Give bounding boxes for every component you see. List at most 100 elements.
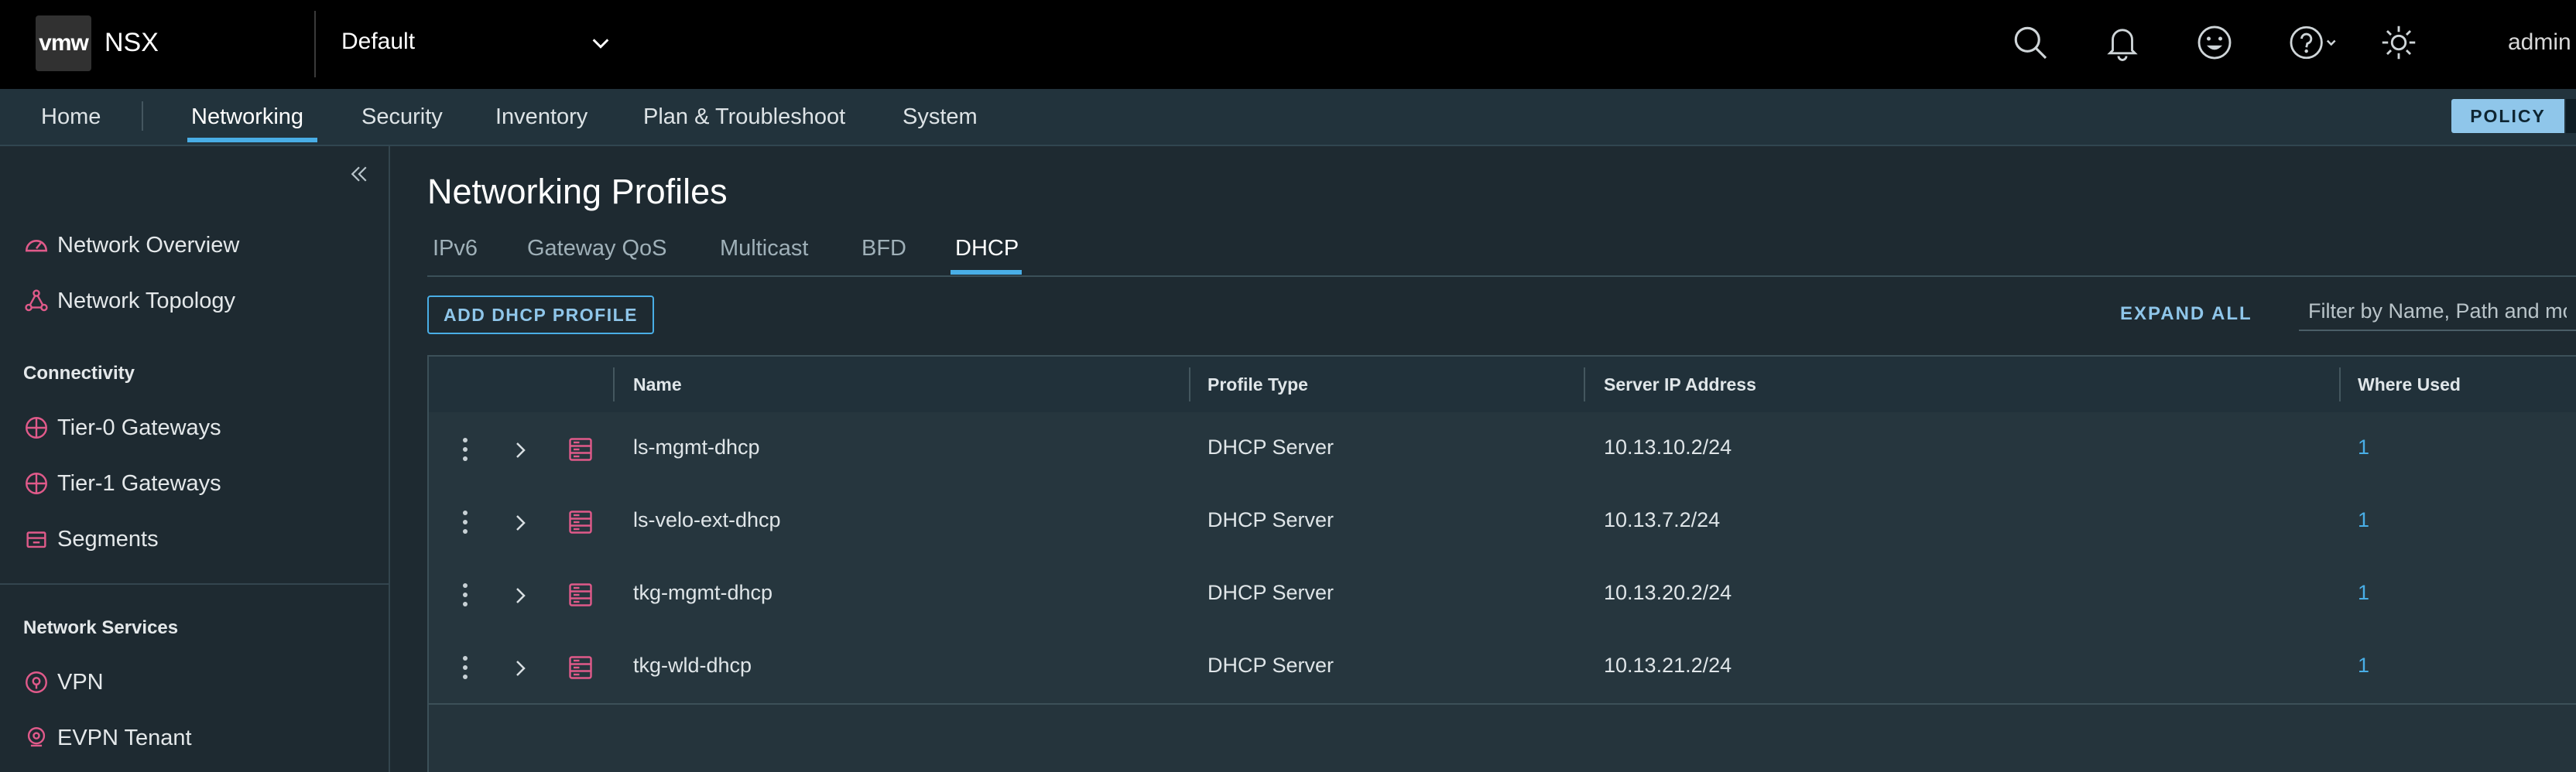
- cell-server-ip: 10.13.21.2/24: [1604, 654, 1732, 677]
- dhcp-server-icon: [567, 508, 594, 536]
- cell-where-used-link[interactable]: 1: [2358, 436, 2369, 459]
- sidebar-item-tier1-gateways[interactable]: Tier-1 Gateways: [23, 470, 221, 497]
- cell-profile-type: DHCP Server: [1208, 581, 1334, 604]
- cell-where-used-link[interactable]: 1: [2358, 508, 2369, 532]
- cell-where-used-link[interactable]: 1: [2358, 654, 2369, 678]
- user-menu[interactable]: admin: [2508, 29, 2571, 56]
- sidebar-item-label: Tier-1 Gateways: [57, 470, 221, 496]
- sidebar-item-tier0-gateways[interactable]: Tier-0 Gateways: [23, 415, 221, 441]
- row-actions-icon[interactable]: [461, 581, 470, 609]
- nav-security[interactable]: Security: [361, 104, 443, 130]
- smiley-feedback-icon[interactable]: [2195, 23, 2234, 62]
- sidebar-item-label: Segments: [57, 526, 159, 552]
- expand-row-chevron-icon[interactable]: [512, 584, 529, 607]
- dhcp-server-icon: [567, 436, 594, 463]
- nav-networking[interactable]: Networking: [191, 104, 303, 130]
- sidebar: Network Overview Network Topology Connec…: [0, 146, 390, 772]
- segment-icon: [26, 531, 46, 548]
- cell-name: ls-mgmt-dhcp: [633, 436, 760, 459]
- tab-dhcp[interactable]: DHCP: [955, 236, 1019, 261]
- app-name: NSX: [104, 28, 159, 57]
- cell-name: tkg-mgmt-dhcp: [633, 581, 773, 604]
- expand-all-button[interactable]: EXPAND ALL: [2120, 303, 2252, 325]
- cell-where-used-link[interactable]: 1: [2358, 581, 2369, 605]
- sidebar-item-network-topology[interactable]: Network Topology: [23, 288, 235, 314]
- sidebar-item-segments[interactable]: Segments: [23, 526, 159, 552]
- table-row: ls-mgmt-dhcp DHCP Server 10.13.10.2/24 1: [429, 412, 2576, 487]
- help-icon[interactable]: [2287, 23, 2345, 62]
- sidebar-item-label: EVPN Tenant: [57, 725, 192, 750]
- nav-plan-troubleshoot[interactable]: Plan & Troubleshoot: [643, 104, 845, 130]
- sidebar-item-vpn[interactable]: VPN: [23, 669, 104, 695]
- tab-multicast[interactable]: Multicast: [720, 236, 808, 261]
- top-header: vmw NSX Default admin: [0, 0, 2576, 89]
- cell-profile-type: DHCP Server: [1208, 654, 1334, 677]
- cell-server-ip: 10.13.10.2/24: [1604, 436, 1732, 459]
- nav-home[interactable]: Home: [41, 104, 101, 130]
- header-divider: [314, 11, 316, 77]
- sidebar-item-label: Network Overview: [57, 232, 240, 258]
- tab-bar-divider: [427, 275, 2576, 277]
- column-separator: [1584, 367, 1585, 401]
- add-dhcp-profile-button[interactable]: ADD DHCP PROFILE: [427, 295, 654, 334]
- page-title: Networking Profiles: [427, 172, 728, 211]
- nav-active-indicator: [187, 138, 317, 142]
- search-icon[interactable]: [2011, 23, 2050, 62]
- row-actions-icon[interactable]: [461, 436, 470, 463]
- table-header: Name Profile Type Server IP Address Wher…: [429, 357, 2576, 414]
- column-header-where-used[interactable]: Where Used: [2358, 374, 2461, 395]
- topology-icon: [25, 289, 48, 312]
- policy-mode-button[interactable]: POLICY: [2451, 99, 2564, 133]
- sidebar-section-network-services: Network Services: [23, 617, 179, 638]
- column-header-server-ip[interactable]: Server IP Address: [1604, 374, 1756, 395]
- tab-gateway-qos[interactable]: Gateway QoS: [527, 236, 667, 261]
- table-row: tkg-mgmt-dhcp DHCP Server 10.13.20.2/24 …: [429, 558, 2576, 632]
- table-row: ls-velo-ext-dhcp DHCP Server 10.13.7.2/2…: [429, 485, 2576, 559]
- dashboard-gauge-icon: [25, 240, 48, 252]
- cell-name: tkg-wld-dhcp: [633, 654, 752, 677]
- vpn-icon: [26, 671, 47, 693]
- sidebar-item-evpn-tenant[interactable]: EVPN Tenant: [23, 725, 192, 751]
- bell-icon[interactable]: [2103, 23, 2142, 62]
- main-nav: Home Networking Security Inventory Plan …: [0, 89, 2576, 146]
- nav-divider: [142, 101, 143, 131]
- vmware-logo: vmw: [36, 15, 91, 71]
- gateway-icon: [26, 473, 47, 494]
- sidebar-item-network-overview[interactable]: Network Overview: [23, 232, 239, 258]
- column-separator: [2339, 367, 2341, 401]
- dhcp-profiles-table: Name Profile Type Server IP Address Wher…: [427, 355, 2576, 772]
- expand-row-chevron-icon[interactable]: [512, 511, 529, 535]
- row-actions-icon[interactable]: [461, 508, 470, 536]
- cell-server-ip: 10.13.20.2/24: [1604, 581, 1732, 604]
- cell-profile-type: DHCP Server: [1208, 508, 1334, 531]
- sidebar-item-label: Network Topology: [57, 288, 235, 313]
- project-selector[interactable]: Default: [341, 29, 415, 55]
- tab-active-indicator: [951, 270, 1022, 275]
- nav-inventory[interactable]: Inventory: [495, 104, 587, 130]
- manager-mode-button[interactable]: [2566, 99, 2576, 133]
- evpn-tenant-icon: [27, 727, 46, 747]
- column-separator: [1189, 367, 1190, 401]
- collapse-sidebar-icon[interactable]: [348, 162, 371, 186]
- expand-row-chevron-icon[interactable]: [512, 439, 529, 462]
- cell-profile-type: DHCP Server: [1208, 436, 1334, 459]
- gateway-icon: [26, 417, 47, 439]
- sidebar-section-connectivity: Connectivity: [23, 363, 135, 384]
- column-header-profile-type[interactable]: Profile Type: [1208, 374, 1308, 395]
- sidebar-divider: [0, 583, 389, 585]
- dhcp-server-icon: [567, 581, 594, 609]
- row-actions-icon[interactable]: [461, 654, 470, 681]
- column-separator: [613, 367, 615, 401]
- chevron-down-icon[interactable]: [590, 32, 611, 54]
- tab-bfd[interactable]: BFD: [862, 236, 906, 261]
- sidebar-item-label: VPN: [57, 669, 104, 695]
- nav-system[interactable]: System: [903, 104, 978, 130]
- theme-sun-icon[interactable]: [2379, 23, 2418, 62]
- expand-row-chevron-icon[interactable]: [512, 657, 529, 680]
- filter-input[interactable]: [2299, 292, 2576, 331]
- tab-ipv6[interactable]: IPv6: [433, 236, 478, 261]
- dhcp-server-icon: [567, 654, 594, 681]
- sidebar-item-label: Tier-0 Gateways: [57, 415, 221, 440]
- column-header-name[interactable]: Name: [633, 374, 682, 395]
- cell-name: ls-velo-ext-dhcp: [633, 508, 781, 531]
